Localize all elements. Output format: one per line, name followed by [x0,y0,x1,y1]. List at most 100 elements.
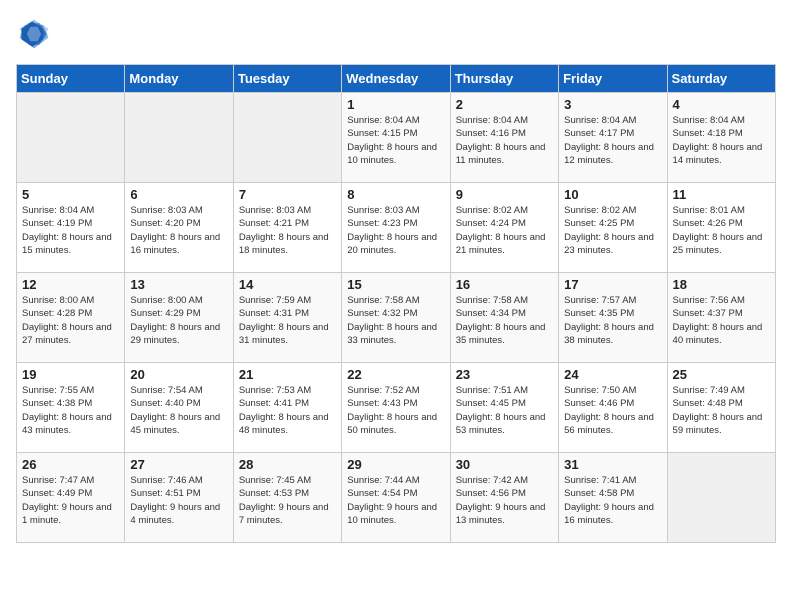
calendar-cell: 4Sunrise: 8:04 AM Sunset: 4:18 PM Daylig… [667,93,775,183]
calendar-cell: 18 Sunrise: 7:56 AM Sunset: 4:37 PM Dayli… [667,273,775,363]
day-of-week-friday: Friday [559,65,667,93]
day-number: 21 [239,367,336,382]
calendar-cell: 26 Sunrise: 7:47 AM Sunset: 4:49 PM Dayli… [17,453,125,543]
days-of-week-row: SundayMondayTuesdayWednesdayThursdayFrid… [17,65,776,93]
logo-icon [16,16,52,52]
day-detail: Sunrise: 8:02 AM Sunset: 4:24 PM Dayligh… [456,204,553,257]
calendar-cell: 10 Sunrise: 8:02 AM Sunset: 4:25 PM Dayli… [559,183,667,273]
day-number: 6 [130,187,227,202]
day-detail: Sunrise: 8:03 AM Sunset: 4:23 PM Dayligh… [347,204,444,257]
day-of-week-thursday: Thursday [450,65,558,93]
day-number: 25 [673,367,770,382]
day-detail: Sunrise: 8:04 AM Sunset: 4:17 PM Dayligh… [564,114,661,167]
calendar-body: 1 Sunrise: 8:04 AM Sunset: 4:15 PM Daylig… [17,93,776,543]
day-detail: Sunrise: 7:54 AM Sunset: 4:40 PM Dayligh… [130,384,227,437]
day-of-week-saturday: Saturday [667,65,775,93]
calendar-cell: 22 Sunrise: 7:52 AM Sunset: 4:43 PM Dayli… [342,363,450,453]
day-number: 12 [22,277,119,292]
calendar-cell [233,93,341,183]
day-number: 9 [456,187,553,202]
day-number: 7 [239,187,336,202]
day-number: 29 [347,457,444,472]
day-of-week-monday: Monday [125,65,233,93]
calendar-cell: 31Sunrise: 7:41 AM Sunset: 4:58 PM Dayli… [559,453,667,543]
day-number: 18 [673,277,770,292]
day-number: 13 [130,277,227,292]
day-detail: Sunrise: 8:02 AM Sunset: 4:25 PM Dayligh… [564,204,661,257]
day-detail: Sunrise: 7:58 AM Sunset: 4:34 PM Dayligh… [456,294,553,347]
calendar-cell: 14 Sunrise: 7:59 AM Sunset: 4:31 PM Dayli… [233,273,341,363]
day-detail: Sunrise: 8:00 AM Sunset: 4:29 PM Dayligh… [130,294,227,347]
calendar-cell: 3 Sunrise: 8:04 AM Sunset: 4:17 PM Daylig… [559,93,667,183]
day-number: 5 [22,187,119,202]
day-number: 22 [347,367,444,382]
day-detail: Sunrise: 8:01 AM Sunset: 4:26 PM Dayligh… [673,204,770,257]
calendar-cell: 5 Sunrise: 8:04 AM Sunset: 4:19 PM Daylig… [17,183,125,273]
day-detail: Sunrise: 7:58 AM Sunset: 4:32 PM Dayligh… [347,294,444,347]
week-row-3: 19 Sunrise: 7:55 AM Sunset: 4:38 PM Dayli… [17,363,776,453]
calendar-cell: 9 Sunrise: 8:02 AM Sunset: 4:24 PM Daylig… [450,183,558,273]
calendar-cell: 15 Sunrise: 7:58 AM Sunset: 4:32 PM Dayli… [342,273,450,363]
day-detail: Sunrise: 7:52 AM Sunset: 4:43 PM Dayligh… [347,384,444,437]
day-detail: Sunrise: 7:57 AM Sunset: 4:35 PM Dayligh… [564,294,661,347]
day-detail: Sunrise: 7:45 AM Sunset: 4:53 PM Dayligh… [239,474,336,527]
day-number: 26 [22,457,119,472]
day-detail: Sunrise: 7:41 AM Sunset: 4:58 PM Dayligh… [564,474,661,527]
calendar-cell: 21 Sunrise: 7:53 AM Sunset: 4:41 PM Dayli… [233,363,341,453]
day-detail: Sunrise: 7:50 AM Sunset: 4:46 PM Dayligh… [564,384,661,437]
calendar-cell [667,453,775,543]
day-detail: Sunrise: 7:42 AM Sunset: 4:56 PM Dayligh… [456,474,553,527]
day-number: 1 [347,97,444,112]
day-detail: Sunrise: 8:04 AM Sunset: 4:19 PM Dayligh… [22,204,119,257]
page-header [16,16,776,52]
day-detail: Sunrise: 7:53 AM Sunset: 4:41 PM Dayligh… [239,384,336,437]
day-detail: Sunrise: 8:04 AM Sunset: 4:15 PM Dayligh… [347,114,444,167]
calendar-cell: 19 Sunrise: 7:55 AM Sunset: 4:38 PM Dayli… [17,363,125,453]
day-number: 11 [673,187,770,202]
calendar-cell: 20 Sunrise: 7:54 AM Sunset: 4:40 PM Dayli… [125,363,233,453]
calendar-cell: 8 Sunrise: 8:03 AM Sunset: 4:23 PM Daylig… [342,183,450,273]
calendar-cell: 28 Sunrise: 7:45 AM Sunset: 4:53 PM Dayli… [233,453,341,543]
day-detail: Sunrise: 7:59 AM Sunset: 4:31 PM Dayligh… [239,294,336,347]
calendar-cell [17,93,125,183]
day-of-week-sunday: Sunday [17,65,125,93]
calendar-cell: 25 Sunrise: 7:49 AM Sunset: 4:48 PM Dayli… [667,363,775,453]
calendar-cell: 7Sunrise: 8:03 AM Sunset: 4:21 PM Daylig… [233,183,341,273]
calendar-cell: 11 Sunrise: 8:01 AM Sunset: 4:26 PM Dayli… [667,183,775,273]
day-of-week-wednesday: Wednesday [342,65,450,93]
calendar-cell: 29 Sunrise: 7:44 AM Sunset: 4:54 PM Dayli… [342,453,450,543]
day-number: 17 [564,277,661,292]
day-of-week-tuesday: Tuesday [233,65,341,93]
day-number: 20 [130,367,227,382]
day-number: 14 [239,277,336,292]
day-number: 10 [564,187,661,202]
calendar-cell: 1 Sunrise: 8:04 AM Sunset: 4:15 PM Daylig… [342,93,450,183]
day-number: 19 [22,367,119,382]
calendar-header: SundayMondayTuesdayWednesdayThursdayFrid… [17,65,776,93]
day-number: 15 [347,277,444,292]
calendar-cell: 24 Sunrise: 7:50 AM Sunset: 4:46 PM Dayli… [559,363,667,453]
day-detail: Sunrise: 8:04 AM Sunset: 4:16 PM Dayligh… [456,114,553,167]
day-detail: Sunrise: 7:47 AM Sunset: 4:49 PM Dayligh… [22,474,119,527]
calendar-cell: 23Sunrise: 7:51 AM Sunset: 4:45 PM Dayli… [450,363,558,453]
day-number: 2 [456,97,553,112]
day-number: 23 [456,367,553,382]
day-detail: Sunrise: 7:46 AM Sunset: 4:51 PM Dayligh… [130,474,227,527]
week-row-4: 26 Sunrise: 7:47 AM Sunset: 4:49 PM Dayli… [17,453,776,543]
day-number: 24 [564,367,661,382]
calendar-cell: 16Sunrise: 7:58 AM Sunset: 4:34 PM Dayli… [450,273,558,363]
week-row-2: 12Sunrise: 8:00 AM Sunset: 4:28 PM Dayli… [17,273,776,363]
calendar-cell: 27Sunrise: 7:46 AM Sunset: 4:51 PM Dayli… [125,453,233,543]
week-row-1: 5 Sunrise: 8:04 AM Sunset: 4:19 PM Daylig… [17,183,776,273]
calendar-cell: 13 Sunrise: 8:00 AM Sunset: 4:29 PM Dayli… [125,273,233,363]
day-detail: Sunrise: 7:55 AM Sunset: 4:38 PM Dayligh… [22,384,119,437]
week-row-0: 1 Sunrise: 8:04 AM Sunset: 4:15 PM Daylig… [17,93,776,183]
calendar-table: SundayMondayTuesdayWednesdayThursdayFrid… [16,64,776,543]
calendar-cell [125,93,233,183]
day-detail: Sunrise: 7:49 AM Sunset: 4:48 PM Dayligh… [673,384,770,437]
day-number: 3 [564,97,661,112]
day-number: 28 [239,457,336,472]
day-number: 8 [347,187,444,202]
day-detail: Sunrise: 7:56 AM Sunset: 4:37 PM Dayligh… [673,294,770,347]
day-detail: Sunrise: 7:44 AM Sunset: 4:54 PM Dayligh… [347,474,444,527]
